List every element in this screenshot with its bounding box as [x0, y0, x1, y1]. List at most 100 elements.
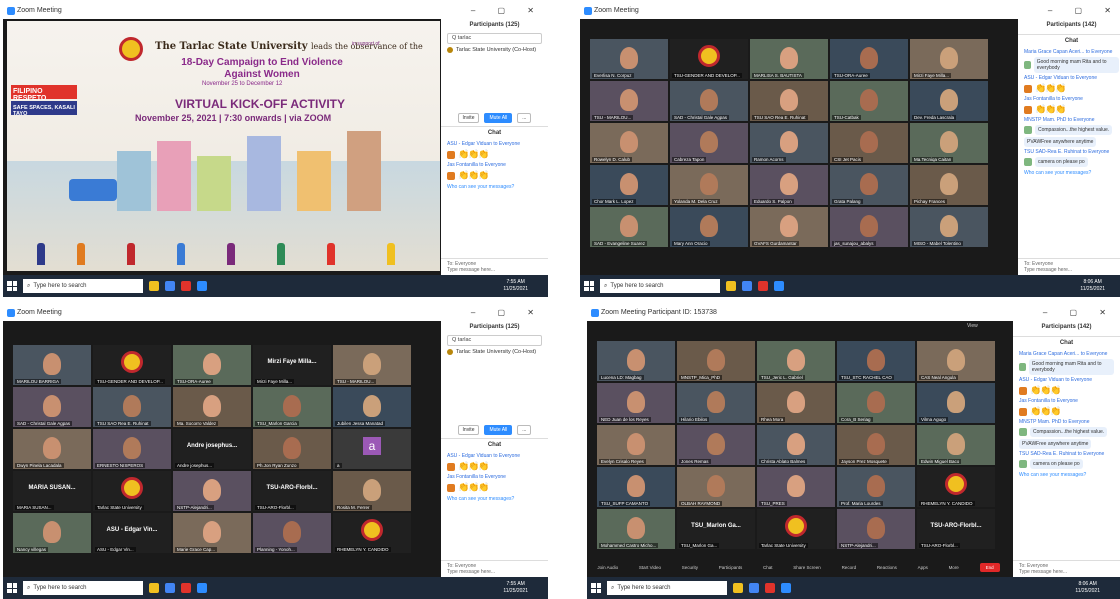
chat-input[interactable]: Type message here... — [447, 267, 542, 273]
video-tile[interactable]: Tarlac State University — [757, 509, 835, 549]
taskbar-search[interactable]: ⌕ Type here to search — [600, 279, 720, 293]
windows-start-icon[interactable] — [591, 583, 601, 593]
video-tile[interactable]: Mirzi Faye Milla... Mirzi Faye Milla... — [253, 345, 331, 385]
who-can-see-link[interactable]: Who can see your messages? — [447, 496, 542, 502]
video-tile[interactable]: Pichay Frances — [910, 165, 988, 205]
window-controls[interactable]: – ▢ ✕ — [471, 3, 544, 19]
video-tile[interactable]: MNSTP_Mica_PhD — [677, 341, 755, 381]
video-tile[interactable]: TSU SAO Rea E. Ruhinat — [750, 81, 828, 121]
video-tile[interactable]: Hilario Ebilos — [677, 383, 755, 423]
video-tile[interactable]: TSU-GENDER AND DEVELOP... — [93, 345, 171, 385]
video-tile[interactable]: MARILOU BARRIGA — [13, 345, 91, 385]
file-explorer-icon[interactable] — [726, 281, 736, 291]
chat-input[interactable]: Type message here... — [1019, 569, 1114, 575]
control-join-audio[interactable]: Join Audio — [597, 565, 618, 570]
video-tile[interactable]: GVAFS Gurdamantar — [750, 207, 828, 247]
video-tile[interactable]: Mary Ann Oracio — [670, 207, 748, 247]
control-reactions[interactable]: Reactions — [877, 565, 897, 570]
invite-button[interactable]: Invite — [457, 113, 480, 123]
video-tile[interactable]: aa — [333, 429, 411, 469]
video-tile[interactable]: CAS Neal Angula — [917, 341, 995, 381]
video-tile[interactable]: Mohammed Castro Micho... — [597, 509, 675, 549]
window-controls[interactable]: – ▢ ✕ — [1043, 305, 1116, 321]
video-tile[interactable]: TSU_PRES — [757, 467, 835, 507]
video-tile[interactable]: TSU_Marlon Garcia — [253, 387, 331, 427]
who-can-see-link[interactable]: Who can see your messages? — [1024, 170, 1119, 176]
control-record[interactable]: Record — [842, 565, 857, 570]
video-tile[interactable]: Nancy villegas — [13, 513, 91, 553]
video-tile[interactable]: Ma. Socorro Valdez — [173, 387, 251, 427]
taskbar-search[interactable]: ⌕ Type here to search — [23, 581, 143, 595]
chrome-icon[interactable] — [742, 281, 752, 291]
video-tile[interactable]: ERNESTO NISPEROS — [93, 429, 171, 469]
video-tile[interactable]: Chor Mark L. Lopez — [590, 165, 668, 205]
video-tile[interactable]: Ph.Jon Ryan Zunzo — [253, 429, 331, 469]
zoom-taskbar-icon[interactable] — [197, 583, 207, 593]
video-tile[interactable]: Rhea Mora — [757, 383, 835, 423]
video-tile[interactable]: TSU-ARO-Florbl... TSU-ARO-Florbl... — [253, 471, 331, 511]
video-tile[interactable]: TSU-Catbak — [830, 81, 908, 121]
windows-start-icon[interactable] — [7, 583, 17, 593]
video-tile[interactable]: Rosita M. Ferrer — [333, 471, 411, 511]
control-participants[interactable]: Participants — [719, 565, 743, 570]
video-tile[interactable]: TSU SAO Rea E. Ruhinat — [93, 387, 171, 427]
video-tile[interactable]: Andre josephus... Andre josephus... — [173, 429, 251, 469]
video-tile[interactable]: SAD - Christal Gale Agpas — [670, 81, 748, 121]
video-tile[interactable]: CSI Jet Pacis — [830, 123, 908, 163]
chat-compose[interactable]: To: Everyone Type message here... — [1018, 258, 1120, 275]
who-can-see-link[interactable]: Who can see your messages? — [447, 184, 542, 190]
video-tile[interactable]: Planning - Yonoh... — [253, 513, 331, 553]
video-tile[interactable]: Ramon Acorns — [750, 123, 828, 163]
video-tile[interactable]: Tarlac State University — [93, 471, 171, 511]
video-tile[interactable]: Dwyn Pinela Lacadala — [13, 429, 91, 469]
zoom-taskbar-icon[interactable] — [781, 583, 791, 593]
participant-search-input[interactable]: Q tarlac — [447, 33, 542, 44]
chat-compose[interactable]: To: Everyone Type message here... — [441, 560, 548, 577]
video-tile[interactable]: TSU - MARILOU... — [590, 81, 668, 121]
video-tile[interactable]: Edwin Miguel Baco — [917, 425, 995, 465]
mute-all-button[interactable]: Mute All — [484, 113, 513, 123]
video-tile[interactable]: Ma.Tecniqa Caitan — [910, 123, 988, 163]
video-tile[interactable]: Prof. Maria Lourdes — [837, 467, 915, 507]
chrome-icon[interactable] — [165, 583, 175, 593]
control-security[interactable]: Security — [682, 565, 698, 570]
video-tile[interactable]: Jones Remas — [677, 425, 755, 465]
control-start-video[interactable]: Start Video — [639, 565, 661, 570]
video-tile[interactable]: TSU-ARO-Florbl... TSU-ARO-Florbl... — [917, 509, 995, 549]
video-tile[interactable]: NSTP-Alejandri... — [173, 471, 251, 511]
video-tile[interactable]: TSU_Marlon Ga... TSU_Marlon Ga... — [677, 509, 755, 549]
video-tile[interactable]: Everlisa N. Corpuz — [590, 39, 668, 79]
invite-button[interactable]: Invite — [457, 425, 480, 435]
control-share-screen[interactable]: Share Screen — [793, 565, 821, 570]
video-tile[interactable]: TSU-GENDER AND DEVELOP... — [670, 39, 748, 79]
file-explorer-icon[interactable] — [733, 583, 743, 593]
video-tile[interactable]: Jayson Prez Mosquete — [837, 425, 915, 465]
video-tile[interactable]: Marie Grace Cap... — [173, 513, 251, 553]
video-tile[interactable]: Yolanda M. Dela Cruz — [670, 165, 748, 205]
view-button[interactable]: View — [967, 323, 978, 329]
video-tile[interactable]: TSU-ORA-Auree — [173, 345, 251, 385]
participant-search-input[interactable]: Q tarlac — [447, 335, 542, 346]
chat-compose[interactable]: To: Everyone Type message here... — [441, 258, 548, 275]
chat-input[interactable]: Type message here... — [1024, 267, 1119, 273]
video-tile[interactable]: NSTP-Alejandri... — [837, 509, 915, 549]
video-tile[interactable]: Jubilen Jessa Manatad — [333, 387, 411, 427]
control-end[interactable]: End — [979, 562, 1000, 572]
taskbar-search[interactable]: ⌕ Type here to search — [23, 279, 143, 293]
app-icon[interactable] — [758, 281, 768, 291]
video-tile[interactable]: TSU - MARILOU... — [333, 345, 411, 385]
video-tile[interactable]: Lucena LD: Magbag — [597, 341, 675, 381]
video-tile[interactable]: TSU-ORA-Auree — [830, 39, 908, 79]
video-tile[interactable]: Christa Ablato Balmes — [757, 425, 835, 465]
more-button[interactable]: ... — [517, 425, 532, 435]
windows-start-icon[interactable] — [584, 281, 594, 291]
control-apps[interactable]: Apps — [918, 565, 928, 570]
video-tile[interactable]: MARLISA S. BAUTISTA — [750, 39, 828, 79]
chat-input[interactable]: Type message here... — [447, 569, 542, 575]
chrome-icon[interactable] — [165, 281, 175, 291]
control-chat[interactable]: Chat — [763, 565, 773, 570]
video-tile[interactable]: Eduardo S. Palpon — [750, 165, 828, 205]
video-tile[interactable]: ASU - Edgar Vin... ASU - Edgar Vin... — [93, 513, 171, 553]
participant-row[interactable]: Tarlac State University (Co-Host) — [447, 47, 542, 53]
video-tile[interactable]: SAD - Christal Gale Agpas — [13, 387, 91, 427]
